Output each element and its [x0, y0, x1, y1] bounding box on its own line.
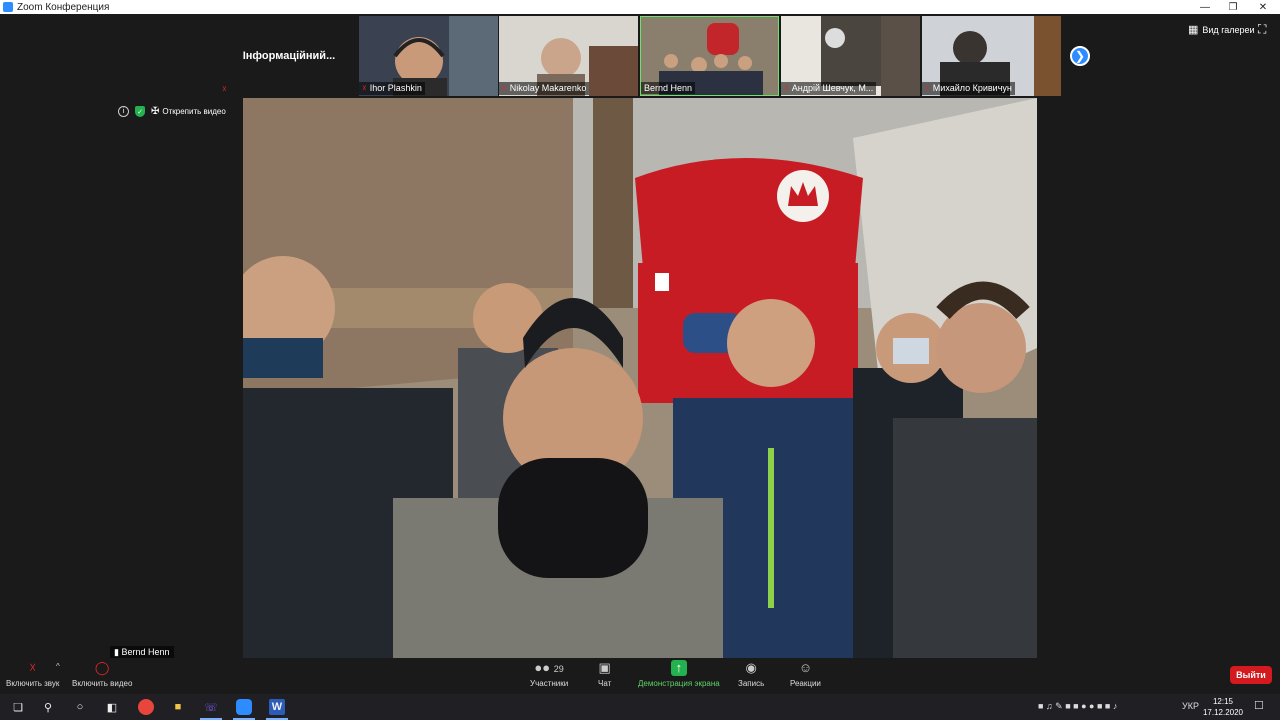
gallery-view-label: Вид галереи	[1202, 24, 1255, 35]
notification-icon[interactable]: ☐	[1254, 699, 1264, 712]
reactions-button[interactable]: ☺ Реакции	[790, 660, 821, 688]
window-title: Zoom Конференция	[17, 1, 110, 13]
smiley-icon: ☺	[798, 660, 813, 675]
participant-tile[interactable]: ☓ Андрій Шевчук, М...	[781, 16, 920, 96]
chat-button[interactable]: ▣ Чат	[598, 660, 611, 688]
participant-name: ☓ Ihor Plashkin	[359, 82, 425, 95]
share-screen-button[interactable]: ↑ Демонстрация экрана	[638, 660, 720, 688]
muted-mic-icon: ☓	[29, 660, 37, 675]
people-icon: ●●	[534, 660, 551, 675]
cortana-icon[interactable]: ○	[72, 699, 88, 715]
word-icon[interactable]: W	[266, 699, 288, 720]
unmute-button[interactable]: ☓ Включить звук	[6, 660, 59, 688]
participants-count: 29	[553, 664, 564, 674]
info-icon[interactable]: i	[118, 106, 129, 117]
leave-meeting-button[interactable]: Выйти	[1230, 666, 1272, 684]
video-off-icon: ◯	[94, 660, 110, 675]
unpin-video-button[interactable]: ✠ Открепить видео	[151, 106, 226, 117]
participants-button[interactable]: ●● 29 Участники	[530, 660, 568, 688]
participant-tile[interactable]: ☓ Михайло Кривичун	[922, 16, 1061, 96]
participant-tile[interactable]: ☓ Nikolay Makarenko	[499, 16, 638, 96]
language-indicator[interactable]: УКР	[1182, 701, 1199, 711]
restore-icon[interactable]: ❐	[1220, 0, 1246, 14]
chevron-right-icon: ❯	[1074, 49, 1086, 63]
info-tile[interactable]: Інформаційний...	[220, 16, 358, 96]
clock-date: 17.12.2020	[1202, 708, 1244, 717]
tray-icons[interactable]: ■ ♫ ✎ ■ ■ ● ● ■ ■ ♪	[1038, 701, 1117, 712]
task-view-icon[interactable]: ◧	[104, 699, 120, 715]
main-video	[243, 98, 1037, 658]
system-clock[interactable]: 12:15 17.12.2020	[1200, 696, 1246, 718]
title-bar: Zoom Конференция — ❐ ✕	[0, 0, 1280, 14]
chat-icon: ▣	[598, 660, 611, 675]
participant-tile-active[interactable]: Bernd Henn	[640, 16, 779, 96]
next-page-button[interactable]: ❯	[1070, 46, 1090, 66]
zoom-app-icon	[3, 2, 13, 12]
zoom-taskbar-icon[interactable]	[233, 699, 255, 720]
gallery-view-button[interactable]: ▦ Вид галереи	[1188, 23, 1255, 36]
signal-icon: ▮	[114, 647, 119, 657]
file-explorer-icon[interactable]: ■	[170, 699, 186, 715]
minimize-icon[interactable]: —	[1192, 0, 1218, 14]
viber-icon[interactable]: ☏	[200, 699, 222, 720]
audio-options-caret-icon[interactable]: ^	[56, 662, 60, 671]
grid-icon: ▦	[1188, 24, 1199, 36]
close-icon[interactable]: ✕	[1250, 0, 1276, 14]
info-tile-label: Інформаційний...	[242, 50, 336, 62]
search-icon[interactable]: ⚲	[40, 699, 56, 715]
unpin-video-label: Открепить видео	[162, 107, 226, 116]
main-video-image	[243, 98, 1037, 658]
participant-tile[interactable]: ☓ Ihor Plashkin	[359, 16, 498, 96]
share-screen-icon: ↑	[670, 660, 687, 676]
participant-name: ☓ Nikolay Makarenko	[499, 82, 590, 95]
participant-name: Bernd Henn	[641, 82, 696, 94]
participant-name: ☓ Андрій Шевчук, М...	[781, 82, 877, 95]
shield-icon[interactable]: ✓	[135, 106, 145, 117]
record-icon: ◉	[745, 660, 757, 675]
pin-icon: ✠	[151, 106, 160, 117]
start-video-button[interactable]: ◯ Включить видео	[72, 660, 132, 688]
participants-icon-wrap: ●● 29	[534, 660, 563, 676]
fullscreen-icon[interactable]: ⛶	[1258, 22, 1266, 37]
participant-name: ☓ Михайло Кривичун	[922, 82, 1015, 95]
windows-taskbar: ❏ ⚲ ○ ◧ ■ ☏ W ■ ♫ ✎ ■ ■ ● ● ■ ■ ♪ УКР ☐	[0, 694, 1280, 720]
record-button[interactable]: ◉ Запись	[738, 660, 764, 688]
chrome-icon[interactable]	[138, 699, 154, 715]
meeting-toolbar: ☓ Включить звук ^ ◯ Включить видео ●● 29…	[0, 658, 1280, 694]
muted-mic-icon: ☓	[222, 84, 227, 94]
clock-time: 12:15	[1212, 697, 1234, 706]
pinned-controls: i ✓ ✠ Открепить видео	[118, 106, 226, 117]
windows-start-icon[interactable]: ❏	[10, 699, 26, 715]
